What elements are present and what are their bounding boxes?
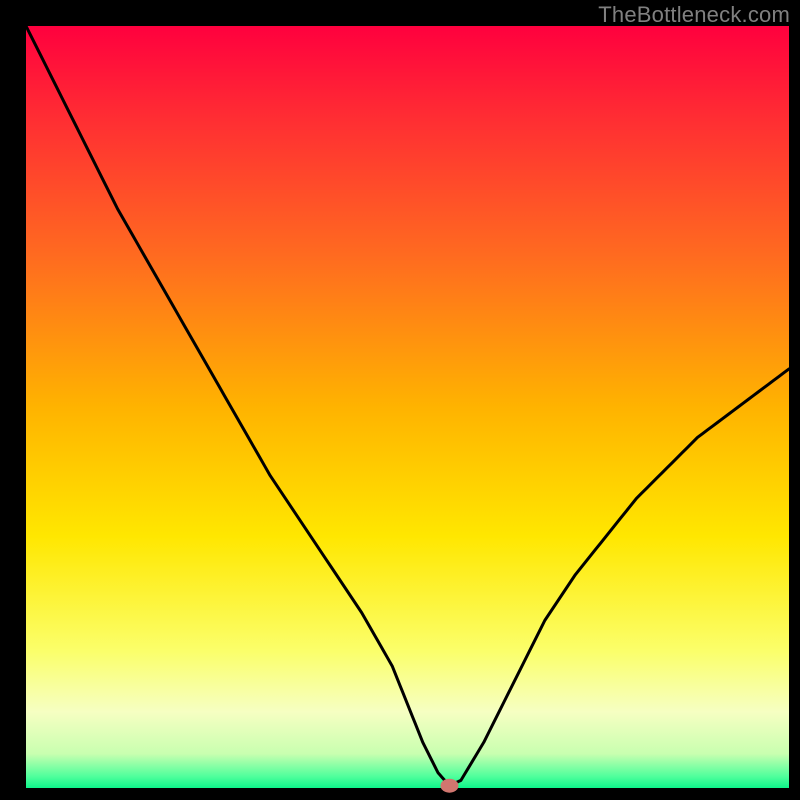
plot-background [26, 26, 789, 788]
optimum-marker [440, 779, 458, 793]
bottleneck-chart [0, 0, 800, 800]
chart-frame: TheBottleneck.com [0, 0, 800, 800]
